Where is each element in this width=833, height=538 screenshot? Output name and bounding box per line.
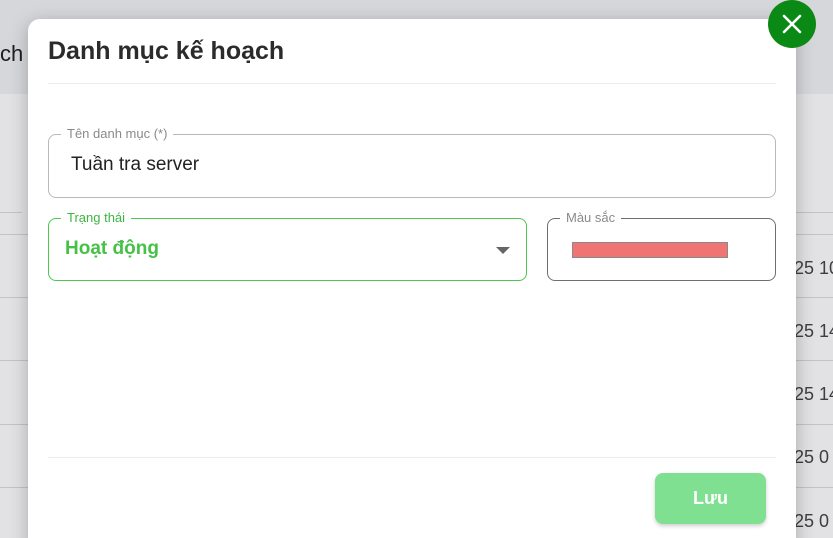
header-divider bbox=[48, 83, 776, 84]
footer-divider bbox=[48, 457, 776, 458]
color-field[interactable]: Màu sắc bbox=[547, 210, 776, 281]
color-swatch[interactable] bbox=[572, 242, 728, 258]
status-label: Trạng thái bbox=[61, 210, 132, 226]
dialog-title: Danh mục kế hoạch bbox=[48, 37, 285, 65]
status-selected-value[interactable]: Hoạt động bbox=[65, 238, 159, 260]
category-name-field[interactable]: Tên danh mục (*) Tuần tra server bbox=[48, 126, 776, 198]
dropdown-arrow-icon[interactable] bbox=[496, 247, 510, 254]
category-name-input[interactable]: Tuần tra server bbox=[71, 154, 199, 176]
category-name-label: Tên danh mục (*) bbox=[61, 126, 174, 142]
close-button[interactable] bbox=[768, 0, 816, 48]
plan-category-dialog: Danh mục kế hoạch Tên danh mục (*) Tuần … bbox=[28, 19, 796, 538]
color-label: Màu sắc bbox=[560, 210, 622, 226]
close-icon bbox=[782, 14, 802, 34]
status-select[interactable]: Trạng thái Hoạt động bbox=[48, 210, 527, 281]
save-button[interactable]: Lưu bbox=[655, 473, 766, 524]
